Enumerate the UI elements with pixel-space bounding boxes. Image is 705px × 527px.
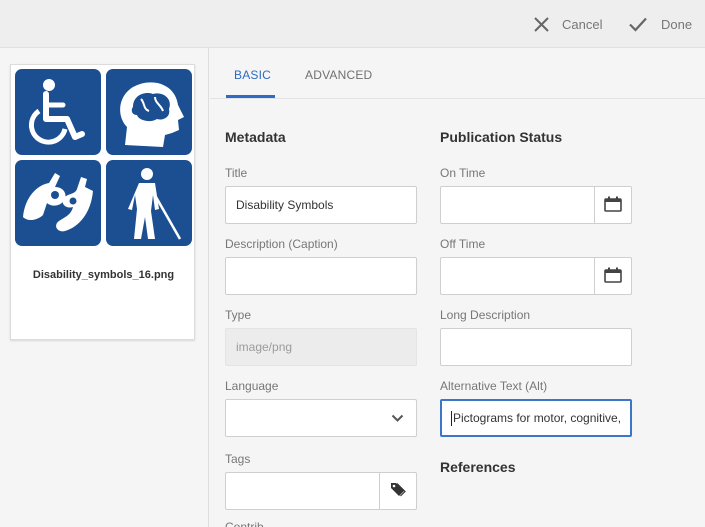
- cancel-button[interactable]: Cancel: [533, 0, 602, 48]
- off-time-calendar-button[interactable]: [594, 257, 632, 295]
- tags-label: Tags: [225, 452, 251, 466]
- alt-text-label: Alternative Text (Alt): [440, 379, 548, 393]
- asset-card[interactable]: Disability_symbols_16.png: [10, 64, 195, 340]
- long-description-label: Long Description: [440, 308, 531, 322]
- done-label: Done: [661, 16, 693, 32]
- on-time-field[interactable]: [440, 186, 632, 224]
- alt-text-field[interactable]: Pictograms for motor, cognitive,: [440, 399, 632, 437]
- checkmark-icon: [628, 16, 648, 32]
- asset-filename: Disability_symbols_16.png: [32, 269, 175, 281]
- done-button[interactable]: Done: [628, 0, 692, 48]
- off-time-field[interactable]: [440, 257, 632, 295]
- description-field[interactable]: [225, 257, 417, 295]
- asset-preview-pane: Disability_symbols_16.png: [0, 48, 209, 527]
- tab-bar: BASIC ADVANCED: [210, 48, 705, 99]
- references-heading: References: [440, 459, 516, 475]
- type-field: image/png: [225, 328, 417, 366]
- text-cursor: [451, 410, 452, 426]
- type-value: image/png: [236, 340, 293, 354]
- properties-panel: BASIC ADVANCED Metadata Title Disability…: [210, 48, 705, 527]
- sign-language-hands-icon: [15, 160, 101, 246]
- title-field[interactable]: Disability Symbols: [225, 186, 417, 224]
- blind-person-cane-icon: [106, 160, 192, 246]
- wheelchair-icon: [15, 69, 101, 155]
- publication-heading: Publication Status: [440, 129, 563, 145]
- long-description-field[interactable]: [440, 328, 632, 366]
- tab-basic[interactable]: BASIC: [234, 68, 271, 82]
- contributor-label: Contrib: [225, 520, 264, 527]
- title-label: Title: [225, 166, 248, 180]
- chevron-down-icon: [391, 412, 404, 426]
- cancel-label: Cancel: [562, 16, 603, 32]
- brain-head-icon: [106, 69, 192, 155]
- tags-picker-button[interactable]: [379, 472, 417, 510]
- tab-advanced[interactable]: ADVANCED: [305, 68, 372, 82]
- title-value: Disability Symbols: [236, 198, 334, 212]
- tags-field[interactable]: [225, 472, 417, 510]
- alt-text-value: Pictograms for motor, cognitive,: [453, 411, 622, 425]
- active-tab-indicator: [226, 95, 275, 98]
- asset-thumbnail: [15, 69, 192, 246]
- language-label: Language: [225, 379, 279, 393]
- calendar-icon: [604, 196, 622, 215]
- language-select[interactable]: [225, 399, 417, 437]
- close-icon: [533, 16, 550, 33]
- off-time-label: Off Time: [440, 237, 486, 251]
- on-time-calendar-button[interactable]: [594, 186, 632, 224]
- on-time-label: On Time: [440, 166, 486, 180]
- top-toolbar: Cancel Done: [0, 0, 705, 48]
- type-label: Type: [225, 308, 252, 322]
- description-label: Description (Caption): [225, 237, 338, 251]
- metadata-heading: Metadata: [225, 129, 286, 145]
- tag-icon: [390, 482, 406, 501]
- calendar-icon: [604, 267, 622, 286]
